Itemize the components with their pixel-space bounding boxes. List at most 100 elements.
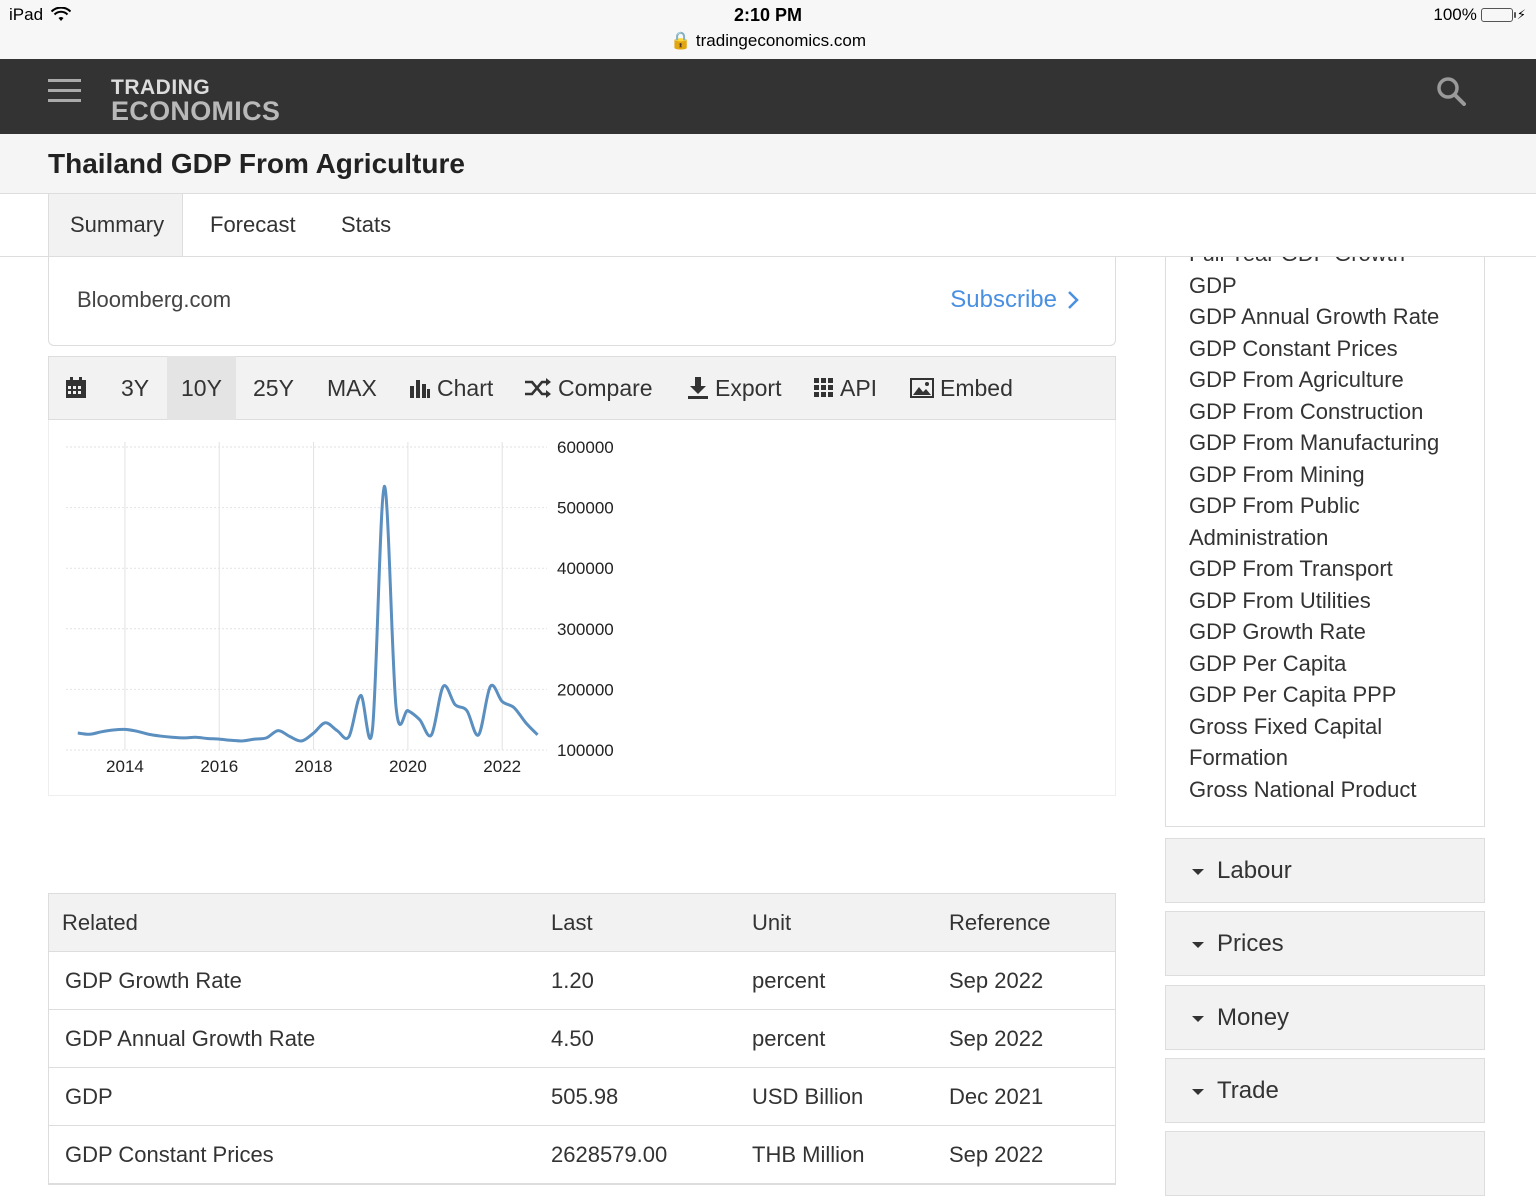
logo-line2: ECONOMICS: [111, 96, 281, 126]
subscribe-label: Subscribe: [950, 286, 1057, 313]
sidebar-indicator-list: Full Year GDP Growth GDP GDP Annual Grow…: [1165, 257, 1485, 827]
sidebar-item[interactable]: Full Year GDP Growth: [1189, 257, 1405, 267]
col-related: Related: [62, 910, 138, 935]
section-label: Labour: [1217, 857, 1292, 884]
x-tick-label: 2016: [200, 757, 238, 776]
section-trade[interactable]: Trade: [1165, 1058, 1485, 1123]
lock-icon: 🔒: [670, 31, 692, 50]
sidebar-item[interactable]: GDP From Mining: [1189, 462, 1365, 488]
section-next[interactable]: [1165, 1131, 1485, 1196]
row-name[interactable]: GDP Annual Growth Rate: [65, 1010, 315, 1067]
y-tick-label: 400000: [557, 559, 614, 578]
chart-type-button[interactable]: Chart: [409, 356, 493, 420]
sidebar-item[interactable]: GDP: [1189, 273, 1237, 299]
battery-icon: [1480, 8, 1516, 22]
caret-down-icon: [1192, 942, 1204, 948]
menu-icon[interactable]: [48, 79, 81, 109]
series-line: [77, 484, 539, 743]
tab-stats[interactable]: Stats: [320, 194, 412, 256]
subscribe-link[interactable]: Subscribe: [950, 286, 1079, 314]
export-label: Export: [715, 375, 782, 401]
sidebar-item[interactable]: GDP From Manufacturing: [1189, 430, 1439, 456]
tab-summary[interactable]: Summary: [48, 194, 183, 256]
row-last: 505.98: [551, 1084, 619, 1109]
chart-label: Chart: [437, 375, 494, 401]
row-unit: percent: [752, 1026, 826, 1051]
site-logo[interactable]: TRADING ECONOMICS: [111, 77, 280, 125]
compare-button[interactable]: Compare: [524, 356, 653, 420]
battery-percent: 100%: [1433, 5, 1477, 24]
address-bar[interactable]: 🔒 tradingeconomics.com: [0, 31, 1536, 51]
range-25y-button[interactable]: 25Y: [253, 356, 294, 420]
sidebar-item[interactable]: GDP From Utilities: [1189, 588, 1371, 614]
section-prices[interactable]: Prices: [1165, 911, 1485, 976]
sidebar-item[interactable]: GDP From Public: [1189, 493, 1360, 519]
range-3y-button[interactable]: 3Y: [121, 356, 149, 420]
col-reference: Reference: [949, 910, 1051, 935]
y-tick-label: 100000: [557, 741, 614, 760]
y-tick-label: 600000: [557, 438, 614, 457]
search-icon[interactable]: [1436, 76, 1466, 106]
sidebar-item[interactable]: Gross National Product: [1189, 777, 1416, 803]
status-bar: iPad 2:10 PM 🔒 tradingeconomics.com 100%…: [0, 0, 1536, 59]
x-tick-label: 2022: [483, 757, 521, 776]
y-tick-label: 300000: [557, 620, 614, 639]
battery-indicator: 100% ⚡: [1433, 5, 1526, 25]
sidebar-item[interactable]: Gross Fixed Capital: [1189, 714, 1382, 740]
table-row[interactable]: GDP Annual Growth Rate 4.50 percent Sep …: [49, 1010, 1115, 1068]
caret-down-icon: [1192, 869, 1204, 875]
row-name[interactable]: GDP Growth Rate: [65, 952, 242, 1009]
row-name[interactable]: GDP Constant Prices: [65, 1126, 274, 1183]
page-title: Thailand GDP From Agriculture: [48, 148, 465, 179]
row-name[interactable]: GDP: [65, 1068, 113, 1125]
caret-down-icon: [1192, 1089, 1204, 1095]
sidebar-item[interactable]: GDP From Transport: [1189, 556, 1393, 582]
col-last: Last: [551, 910, 593, 935]
export-button[interactable]: Export: [687, 356, 781, 420]
table-row[interactable]: GDP Growth Rate 1.20 percent Sep 2022: [49, 952, 1115, 1010]
range-max-button[interactable]: MAX: [327, 356, 377, 420]
section-label: Money: [1217, 1004, 1290, 1031]
tab-forecast[interactable]: Forecast: [189, 194, 317, 256]
source-name: Bloomberg.com: [77, 287, 232, 312]
sidebar-item[interactable]: Administration: [1189, 525, 1328, 551]
sidebar-item[interactable]: Formation: [1189, 745, 1288, 771]
calendar-button[interactable]: [64, 356, 88, 420]
table-header-row: Related Last Unit Reference: [49, 894, 1115, 952]
range-10y-button[interactable]: 10Y: [167, 356, 236, 420]
sidebar-item[interactable]: GDP Growth Rate: [1189, 619, 1366, 645]
api-label: API: [840, 375, 878, 401]
shuffle-icon: [525, 378, 551, 398]
table-row[interactable]: GDP 505.98 USD Billion Dec 2021: [49, 1068, 1115, 1126]
row-ref: Sep 2022: [949, 1142, 1044, 1167]
x-tick-label: 2018: [295, 757, 333, 776]
section-label: Trade: [1217, 1077, 1279, 1104]
y-tick-label: 500000: [557, 499, 614, 518]
section-labour[interactable]: Labour: [1165, 838, 1485, 903]
row-last: 4.50: [551, 1026, 594, 1051]
api-button[interactable]: API: [814, 356, 877, 420]
calendar-icon: [66, 377, 86, 398]
sidebar-item[interactable]: GDP Per Capita: [1189, 651, 1346, 677]
section-money[interactable]: Money: [1165, 985, 1485, 1050]
compare-label: Compare: [558, 375, 653, 401]
image-icon: [910, 378, 934, 398]
row-ref: Sep 2022: [949, 968, 1044, 993]
line-chart: 600000 500000 400000 300000 200000 100000 2014…: [66, 438, 614, 776]
x-tick-label: 2014: [106, 757, 144, 776]
sidebar-item[interactable]: GDP Per Capita PPP: [1189, 682, 1396, 708]
sidebar-item[interactable]: GDP Annual Growth Rate: [1189, 304, 1439, 330]
sidebar-item[interactable]: GDP Constant Prices: [1189, 336, 1398, 362]
row-ref: Dec 2021: [949, 1084, 1044, 1109]
row-unit: THB Million: [752, 1142, 865, 1167]
sidebar-item[interactable]: GDP From Agriculture: [1189, 367, 1404, 393]
x-tick-label: 2020: [389, 757, 427, 776]
row-unit: percent: [752, 968, 826, 993]
sidebar-item[interactable]: GDP From Construction: [1189, 399, 1423, 425]
embed-button[interactable]: Embed: [910, 356, 1013, 420]
table-row[interactable]: GDP Constant Prices 2628579.00 THB Milli…: [49, 1126, 1115, 1184]
row-unit: USD Billion: [752, 1084, 864, 1109]
clock: 2:10 PM: [733, 5, 803, 25]
charging-icon: ⚡: [1516, 7, 1526, 22]
embed-label: Embed: [940, 375, 1013, 401]
